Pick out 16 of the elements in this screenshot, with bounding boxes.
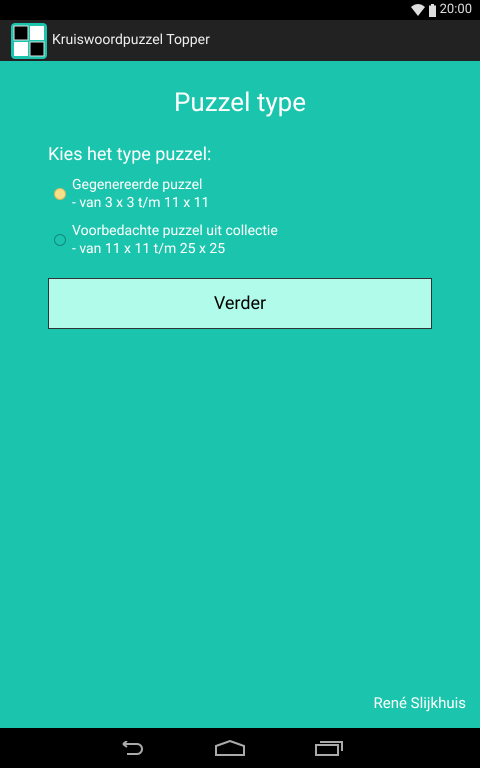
author-text: René Slijkhuis — [374, 692, 466, 714]
prompt-text: Kies het type puzzel: — [48, 143, 212, 167]
recent-apps-icon[interactable] — [315, 740, 343, 756]
page-heading: Puzzel type — [172, 87, 308, 120]
option-detail: - van 3 x 3 t/m 11 x 11 — [72, 194, 210, 212]
radio-button[interactable] — [54, 188, 66, 200]
option-label: Voorbedachte puzzel uit collectie — [72, 222, 278, 240]
option-detail: - van 11 x 11 t/m 25 x 25 — [72, 240, 226, 258]
option-label: Gegenereerde puzzel — [72, 176, 204, 194]
app-title: Kruiswoordpuzzel Topper — [52, 31, 210, 50]
wifi-icon — [410, 4, 425, 16]
next-button[interactable]: Verder — [48, 278, 432, 329]
radio-button[interactable] — [54, 234, 66, 246]
home-icon[interactable] — [215, 740, 245, 756]
battery-icon — [428, 4, 436, 16]
clock-text: 20:00 — [440, 1, 472, 20]
